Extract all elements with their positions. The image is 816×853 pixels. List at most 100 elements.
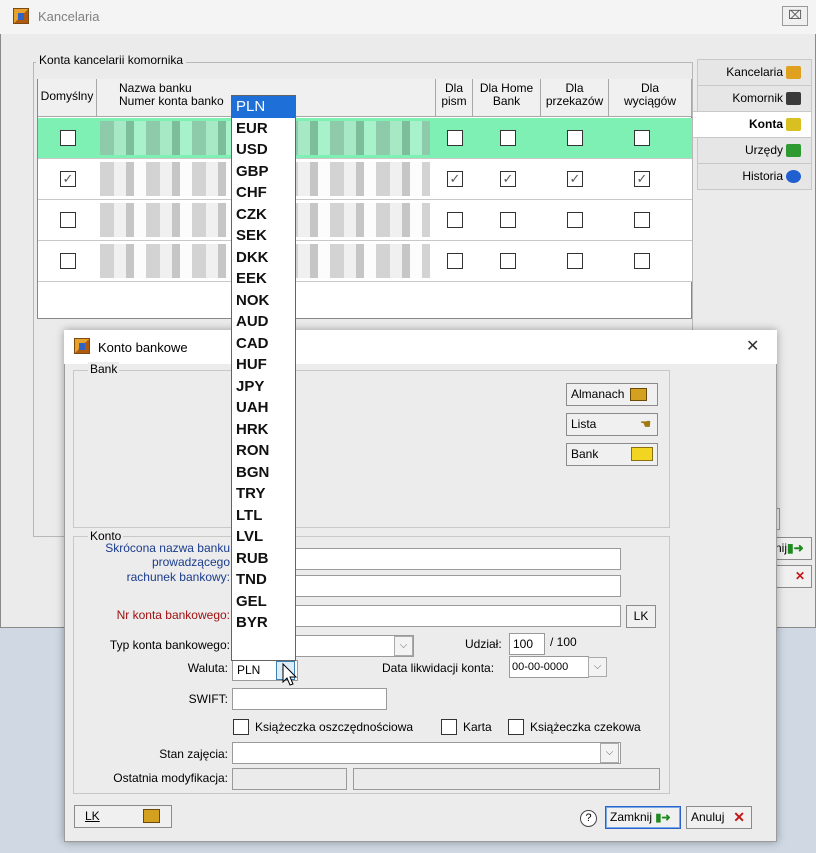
- lk-button[interactable]: LK: [626, 605, 656, 628]
- karta-checkbox[interactable]: [441, 719, 457, 735]
- przekazow-checkbox[interactable]: ✓: [567, 171, 583, 187]
- tab-label: Kancelaria: [726, 65, 783, 79]
- currency-option[interactable]: NOK: [232, 290, 295, 312]
- skrocona-nazwa-input[interactable]: [290, 548, 621, 570]
- currency-option[interactable]: PLN: [232, 96, 295, 118]
- konta-group-label: Konta kancelarii komornika: [36, 53, 187, 67]
- col-dla-home-bank[interactable]: Dla Home Bank: [473, 79, 541, 117]
- wyciagow-checkbox[interactable]: ✓: [634, 171, 650, 187]
- money-icon: [786, 118, 801, 132]
- domyslny-checkbox[interactable]: [60, 253, 76, 269]
- ksiazeczka-czekowa-checkbox[interactable]: [508, 719, 524, 735]
- currency-option[interactable]: JPY: [232, 376, 295, 398]
- zamknij-button[interactable]: Zamknij ▮➜: [605, 806, 681, 829]
- almanach-button[interactable]: Almanach: [566, 383, 658, 406]
- home-checkbox[interactable]: ✓: [500, 171, 516, 187]
- currency-option[interactable]: LVL: [232, 526, 295, 548]
- przekazow-checkbox[interactable]: [567, 130, 583, 146]
- tab-historia[interactable]: Historia: [697, 163, 812, 190]
- currency-dropdown-list[interactable]: PLN EUR USD GBP CHF CZK SEK DKK EEK NOK AUD CAD HUF J…: [231, 95, 296, 661]
- col-dla-przekazow[interactable]: Dla przekazów: [541, 79, 609, 117]
- currency-option[interactable]: GEL: [232, 591, 295, 613]
- domyslny-checkbox[interactable]: [60, 212, 76, 228]
- col-dla-wyciagow[interactable]: Dla wyciągów: [609, 79, 692, 117]
- date-chevron-down-icon[interactable]: ⌵: [588, 657, 607, 677]
- bank-button[interactable]: Bank: [566, 443, 658, 466]
- lista-button[interactable]: Lista ☚: [566, 413, 658, 436]
- udzial-total: / 100: [550, 635, 577, 649]
- pism-checkbox[interactable]: [447, 253, 463, 269]
- bank-group-label: Bank: [88, 362, 120, 376]
- pism-checkbox[interactable]: [447, 130, 463, 146]
- tab-label: Komornik: [732, 91, 783, 105]
- data-likwidacji-input[interactable]: 00-00-0000: [509, 656, 589, 678]
- tab-label: Historia: [742, 169, 783, 183]
- currency-option[interactable]: RON: [232, 440, 295, 462]
- home-checkbox[interactable]: [500, 212, 516, 228]
- pointing-hand-icon: ☚: [640, 417, 651, 431]
- app-icon: [74, 338, 90, 354]
- currency-option[interactable]: GBP: [232, 161, 295, 183]
- nr-konta-label: Nr konta bankowego:: [116, 608, 230, 622]
- app-icon: [13, 8, 29, 24]
- dialog-close-button[interactable]: ✕: [746, 336, 759, 356]
- rachunek-input[interactable]: [290, 575, 621, 597]
- dialog-titlebar: Konto bankowe ✕: [64, 330, 777, 364]
- currency-option[interactable]: CHF: [232, 182, 295, 204]
- currency-option[interactable]: CZK: [232, 204, 295, 226]
- nr-konta-input[interactable]: [290, 605, 621, 627]
- currency-option[interactable]: EEK: [232, 268, 295, 290]
- przekazow-checkbox[interactable]: [567, 212, 583, 228]
- ostatnia-modyfikacja-user: [232, 768, 347, 790]
- stan-zajecia-select[interactable]: [232, 742, 621, 764]
- info-icon: [786, 170, 801, 184]
- currency-option[interactable]: EUR: [232, 118, 295, 140]
- help-icon[interactable]: ?: [580, 810, 597, 827]
- currency-option[interactable]: TRY: [232, 483, 295, 505]
- przekazow-checkbox[interactable]: [567, 253, 583, 269]
- karta-label: Karta: [463, 720, 492, 734]
- wyciagow-checkbox[interactable]: [634, 130, 650, 146]
- stan-chevron-down-icon[interactable]: ⌵: [600, 743, 619, 763]
- currency-option[interactable]: CAD: [232, 333, 295, 355]
- currency-option[interactable]: UAH: [232, 397, 295, 419]
- currency-option[interactable]: USD: [232, 139, 295, 161]
- domyslny-checkbox[interactable]: ✓: [60, 171, 76, 187]
- wyciagow-checkbox[interactable]: [634, 212, 650, 228]
- ksiazeczka-czekowa-label: Książeczka czekowa: [530, 720, 641, 734]
- currency-option[interactable]: SEK: [232, 225, 295, 247]
- currency-option[interactable]: TND: [232, 569, 295, 591]
- currency-option[interactable]: DKK: [232, 247, 295, 269]
- footer-lk-button[interactable]: LK: [74, 805, 172, 828]
- col-dla-pism[interactable]: Dla pism: [436, 79, 473, 117]
- swift-input[interactable]: [232, 688, 387, 710]
- pism-checkbox[interactable]: ✓: [447, 171, 463, 187]
- home-checkbox[interactable]: [500, 130, 516, 146]
- currency-option[interactable]: RUB: [232, 548, 295, 570]
- tab-urzędy[interactable]: Urzędy: [697, 137, 812, 164]
- home-checkbox[interactable]: [500, 253, 516, 269]
- currency-option[interactable]: HRK: [232, 419, 295, 441]
- ksiazeczka-oszczednosciowa-checkbox[interactable]: [233, 719, 249, 735]
- pism-checkbox[interactable]: [447, 212, 463, 228]
- rachunek-label: rachunek bankowy:: [126, 570, 230, 584]
- currency-option[interactable]: LTL: [232, 505, 295, 527]
- domyslny-checkbox[interactable]: [60, 130, 76, 146]
- skrocona-label: Skrócona nazwa banku: [105, 541, 230, 555]
- udzial-input[interactable]: 100: [509, 633, 545, 655]
- chevron-down-icon[interactable]: ⌵: [394, 636, 413, 656]
- typ-konta-label: Typ konta bankowego:: [109, 638, 230, 652]
- building-icon: [629, 388, 647, 402]
- col-domyslny[interactable]: Domyślny: [38, 79, 97, 117]
- tab-konta[interactable]: Konta: [693, 111, 812, 138]
- tab-komornik[interactable]: Komornik: [697, 85, 812, 112]
- tab-kancelaria[interactable]: Kancelaria: [697, 59, 812, 86]
- currency-option[interactable]: BGN: [232, 462, 295, 484]
- anuluj-button[interactable]: Anuluj ✕: [686, 806, 752, 829]
- currency-option[interactable]: AUD: [232, 311, 295, 333]
- currency-option[interactable]: BYR: [232, 612, 295, 634]
- desk-icon: [786, 66, 801, 80]
- wyciagow-checkbox[interactable]: [634, 253, 650, 269]
- outer-close-button[interactable]: ⌧: [782, 6, 808, 26]
- currency-option[interactable]: HUF: [232, 354, 295, 376]
